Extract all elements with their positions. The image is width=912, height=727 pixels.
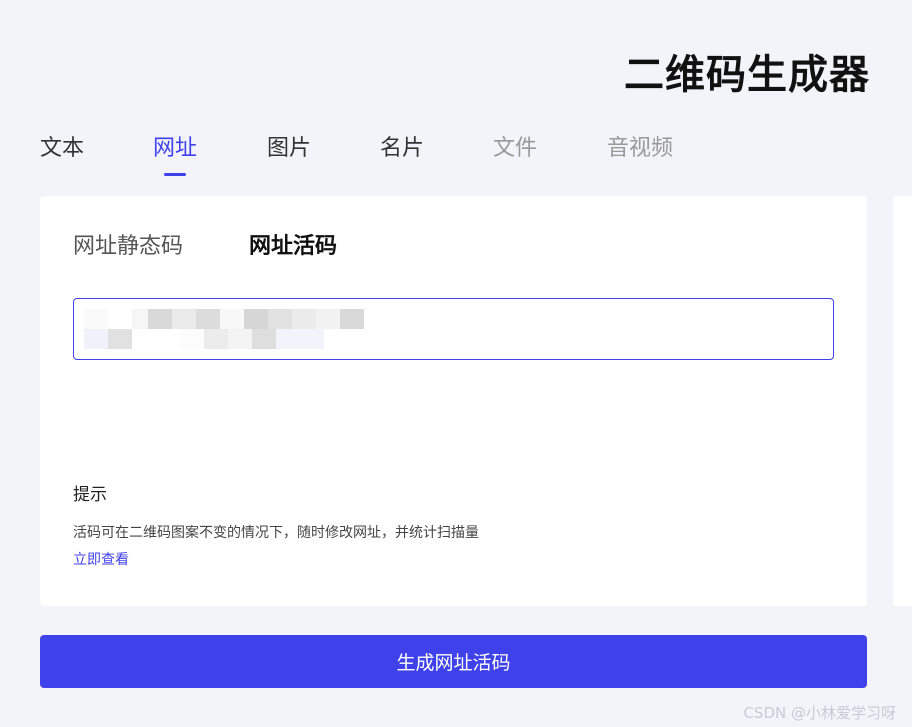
tab-text[interactable]: 文本 (40, 130, 84, 162)
tab-file[interactable]: 文件 (493, 130, 537, 162)
hint-title: 提示 (73, 485, 107, 505)
tab-url[interactable]: 网址 (153, 130, 197, 162)
type-tabs: 文本 网址 图片 名片 文件 音视频 (40, 130, 740, 170)
url-card: 网址静态码 网址活码 提示 活码可在二维码图案不变的情况下，随时修改网址，并统计… (40, 196, 867, 606)
url-input-box[interactable] (73, 298, 834, 360)
hint-text: 活码可在二维码图案不变的情况下，随时修改网址，并统计扫描量 (73, 525, 479, 541)
tab-image[interactable]: 图片 (267, 130, 311, 162)
generate-dynamic-code-button[interactable]: 生成网址活码 (40, 635, 867, 688)
subtab-static-code[interactable]: 网址静态码 (73, 228, 183, 260)
watermark: CSDN @小林爱学习呀 (743, 704, 896, 722)
view-now-link[interactable]: 立即查看 (73, 549, 129, 569)
tab-business-card[interactable]: 名片 (380, 130, 424, 162)
url-input[interactable] (74, 299, 833, 359)
preview-panel-edge (893, 196, 912, 606)
tab-audio-video[interactable]: 音视频 (607, 130, 673, 162)
app-title: 二维码生成器 (624, 52, 870, 98)
subtab-dynamic-code[interactable]: 网址活码 (249, 228, 337, 260)
